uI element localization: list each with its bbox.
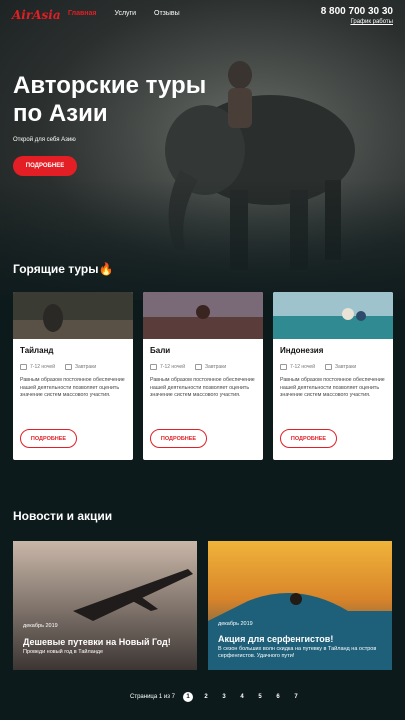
tour-more-button[interactable]: ПОДРОБНЕЕ [280,429,337,448]
tour-nights: 7-12 ночей [290,364,316,370]
schedule-link[interactable]: График работы [350,19,393,25]
page-4[interactable]: 4 [237,692,247,702]
tour-description: Равным образом постоянное обеспечение на… [150,377,255,398]
meal-icon [195,364,203,370]
tour-card[interactable]: Тайланд 7-12 ночей Завтраки Равным образ… [13,292,133,460]
hero-more-button[interactable]: ПОДРОБНЕЕ [13,156,77,176]
fire-icon: 🔥 [98,262,114,276]
tour-name: Бали [150,346,171,355]
pagination-label: Страница 1 из 7 [130,694,175,700]
pagination: Страница 1 из 7 1 2 3 4 5 6 7 [130,692,301,702]
meal-icon [325,364,333,370]
hot-tours-title: Горящие туры🔥 [13,262,113,276]
page-5[interactable]: 5 [255,692,265,702]
page-1[interactable]: 1 [182,692,193,702]
news-title: Новости и акции [13,509,113,523]
news-card[interactable]: декабрь 2019 Дешевые путевки на Новый Го… [13,541,197,670]
phone-number[interactable]: 8 800 700 30 30 [321,6,393,17]
tour-card[interactable]: Бали 7-12 ночей Завтраки Равным образом … [143,292,263,460]
tour-meta: 7-12 ночей Завтраки [20,364,96,370]
news-card[interactable]: декабрь 2019 Акция для серфенгистов! В с… [208,541,392,670]
tour-name: Индонезия [280,346,324,355]
news-date: декабрь 2019 [218,621,253,627]
news-text: Проведи новый год в Тайланде [23,649,104,655]
tour-more-button[interactable]: ПОДРОБНЕЕ [20,429,77,448]
tour-image-indonesia [273,292,393,339]
tour-description: Равным образом постоянное обеспечение на… [280,377,385,398]
building-icon [280,364,287,370]
main-nav: Главная Услуги Отзывы [68,10,180,17]
tour-meal: Завтраки [335,364,357,370]
news-text: В сезон больших волн скидка на путевку в… [218,646,377,659]
page-3[interactable]: 3 [219,692,229,702]
hot-tours-title-text: Горящие туры [13,262,99,276]
nav-item-services[interactable]: Услуги [114,10,136,17]
tour-image-thailand [13,292,133,339]
tour-nights: 7-12 ночей [160,364,186,370]
news-headline[interactable]: Акция для серфенгистов! [218,634,388,644]
tour-meta: 7-12 ночей Завтраки [150,364,226,370]
building-icon [150,364,157,370]
page-6[interactable]: 6 [273,692,283,702]
building-icon [20,364,27,370]
meal-icon [65,364,73,370]
nav-item-reviews[interactable]: Отзывы [154,10,180,17]
news-headline[interactable]: Дешевые путевки на Новый Год! [23,637,193,647]
page-7[interactable]: 7 [291,692,301,702]
hero-subtitle: Открой для себя Азию [13,137,76,143]
tour-description: Равным образом постоянное обеспечение на… [20,377,125,398]
tour-meal: Завтраки [75,364,97,370]
tour-image-bali [143,292,263,339]
tour-card[interactable]: Индонезия 7-12 ночей Завтраки Равным обр… [273,292,393,460]
tour-meal: Завтраки [205,364,227,370]
logo[interactable]: AirAsia [12,8,61,22]
hero-title: Авторские туры по Азии [13,72,207,127]
tour-more-button[interactable]: ПОДРОБНЕЕ [150,429,207,448]
nav-item-home[interactable]: Главная [68,10,96,17]
tour-nights: 7-12 ночей [30,364,56,370]
page-2[interactable]: 2 [201,692,211,702]
tour-meta: 7-12 ночей Завтраки [280,364,356,370]
news-date: декабрь 2019 [23,623,58,629]
tour-name: Тайланд [20,346,54,355]
